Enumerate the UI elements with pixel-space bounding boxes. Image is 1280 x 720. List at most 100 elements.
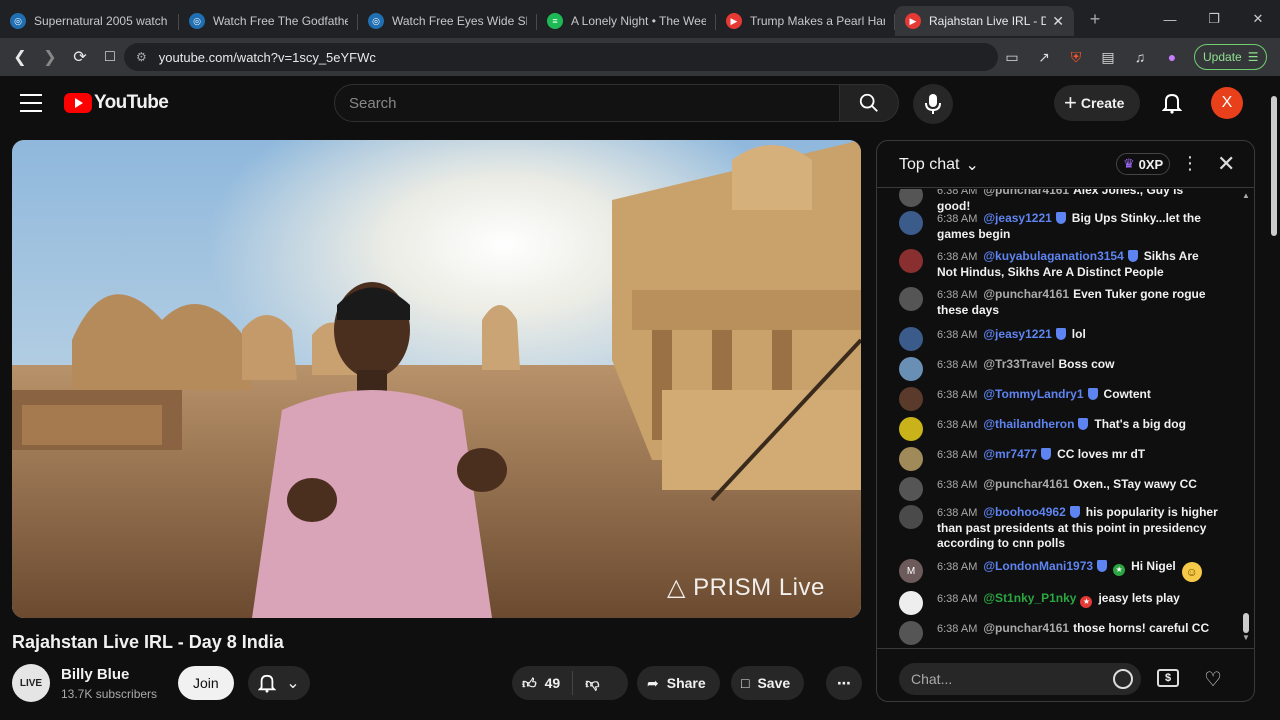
close-window-icon[interactable]: ✕ xyxy=(1236,0,1280,38)
chat-message[interactable]: 6:38 AM @punchar4161 Even Tuker gone rogue… xyxy=(899,287,1219,318)
update-button[interactable]: Update ☰ xyxy=(1194,44,1268,70)
chat-avatar[interactable]: M xyxy=(899,559,923,583)
top-chat-dropdown[interactable]: Top chat ⌄ xyxy=(899,155,979,175)
chat-avatar[interactable] xyxy=(899,211,923,235)
chat-message[interactable]: 6:38 AM @punchar4161 those horns! careful … xyxy=(899,621,1219,645)
chat-author[interactable]: @punchar4161 xyxy=(983,287,1069,301)
page-scrollbar[interactable] xyxy=(1269,90,1278,710)
reload-icon[interactable]: ⟳ xyxy=(66,43,94,71)
chat-message[interactable]: 6:38 AM @jeasy1221 Big Ups Stinky...let th… xyxy=(899,211,1219,242)
chat-author[interactable]: @TommyLandry1 xyxy=(983,387,1083,401)
more-actions-button[interactable]: ⋯ xyxy=(826,666,862,700)
chat-avatar[interactable] xyxy=(899,387,923,411)
media-icon[interactable]: ♫ xyxy=(1127,44,1153,70)
reader-mode-icon[interactable]: ▤ xyxy=(1095,44,1121,70)
more-vertical-icon[interactable]: ⋮ xyxy=(1181,153,1199,174)
chat-message[interactable]: 6:38 AM @mr7477 CC loves mr dT xyxy=(899,447,1219,471)
url-text[interactable]: youtube.com/watch?v=1scy_5eYFWc xyxy=(159,50,376,65)
chat-message[interactable]: 6:38 AM @kuyabulaganation3154 Sikhs Are No… xyxy=(899,249,1219,280)
close-tab-icon[interactable]: ✕ xyxy=(1052,13,1064,30)
chat-scrollbar[interactable]: ▲ ▼ xyxy=(1240,191,1250,642)
chat-avatar[interactable] xyxy=(899,477,923,501)
chat-message[interactable]: 6:38 AM @boohoo4962 his popularity is high… xyxy=(899,505,1219,551)
browser-tab[interactable]: ≡ A Lonely Night • The Week xyxy=(537,6,716,36)
scroll-down-icon[interactable]: ▼ xyxy=(1242,633,1250,642)
chat-author[interactable]: @thailandheron xyxy=(983,417,1074,431)
save-button[interactable]: □ Save xyxy=(731,666,805,700)
chat-message[interactable]: 6:38 AM @TommyLandry1 Cowtent xyxy=(899,387,1219,411)
channel-name[interactable]: Billy Blue xyxy=(61,666,129,683)
notifications-button[interactable] xyxy=(1158,89,1186,117)
video-player[interactable]: △ PRISM Live xyxy=(12,140,861,618)
chat-scroll-thumb[interactable] xyxy=(1243,613,1249,633)
chat-author[interactable]: @jeasy1221 xyxy=(983,211,1051,225)
youtube-play-icon xyxy=(64,93,92,113)
xp-badge[interactable]: ♛ 0XP xyxy=(1116,153,1171,175)
browser-tab[interactable]: ▶ Trump Makes a Pearl Harb xyxy=(716,6,895,36)
chat-avatar[interactable] xyxy=(899,357,923,381)
chat-message[interactable]: 6:38 AM @Tr33Travel Boss cow xyxy=(899,357,1219,381)
scroll-up-icon[interactable]: ▲ xyxy=(1242,191,1250,200)
channel-avatar[interactable]: LIVE xyxy=(12,664,50,702)
vpn-icon[interactable]: ● xyxy=(1159,44,1185,70)
chat-message[interactable]: 6:38 AM @thailandheron That's a big dog xyxy=(899,417,1219,441)
emoji-icon[interactable] xyxy=(1113,669,1133,689)
join-button[interactable]: Join xyxy=(178,666,234,700)
chat-avatar[interactable] xyxy=(899,327,923,351)
chat-message[interactable]: 6:38 AM @punchar4161 Oxen., STay wawy CC xyxy=(899,477,1219,501)
forward-icon[interactable]: ❯ xyxy=(36,43,64,71)
chat-message[interactable]: 6:38 AM @jeasy1221 lol xyxy=(899,327,1219,351)
chat-avatar[interactable] xyxy=(899,417,923,441)
chat-avatar[interactable] xyxy=(899,505,923,529)
chat-avatar[interactable] xyxy=(899,447,923,471)
like-button[interactable]: 👍︎ 49 xyxy=(512,671,574,695)
chat-author[interactable]: @kuyabulaganation3154 xyxy=(983,249,1123,263)
account-avatar[interactable]: X xyxy=(1211,87,1243,119)
subscription-bell-button[interactable]: ⌄ xyxy=(248,666,310,700)
share-button[interactable]: ➦ Share xyxy=(637,666,720,700)
chat-author[interactable]: @punchar4161 xyxy=(983,189,1069,197)
browser-tab[interactable]: ◎ Watch Free The Godfather xyxy=(179,6,358,36)
chat-author[interactable]: @LondonMani1973 xyxy=(983,559,1093,573)
chat-input[interactable] xyxy=(911,671,1141,687)
chat-avatar[interactable] xyxy=(899,189,923,207)
dislike-button[interactable]: 👎︎ xyxy=(573,675,611,692)
create-button[interactable]: + Create xyxy=(1054,85,1141,121)
chat-author[interactable]: @jeasy1221 xyxy=(983,327,1051,341)
address-bar[interactable]: ⚙ youtube.com/watch?v=1scy_5eYFWc xyxy=(124,43,998,71)
maximize-icon[interactable]: ❐ xyxy=(1192,0,1236,38)
page-scroll-thumb[interactable] xyxy=(1271,96,1277,236)
back-icon[interactable]: ❮ xyxy=(6,43,34,71)
heart-icon[interactable]: ♡ xyxy=(1204,667,1222,692)
chat-author[interactable]: @punchar4161 xyxy=(983,477,1069,491)
cast-icon[interactable]: ▭ xyxy=(999,44,1025,70)
chat-author[interactable]: @boohoo4962 xyxy=(983,505,1065,519)
chat-message[interactable]: M 6:38 AM @LondonMani1973 ★ Hi Nigel ☺ xyxy=(899,559,1219,583)
chat-avatar[interactable] xyxy=(899,287,923,311)
browser-tab[interactable]: ◎ Watch Free Eyes Wide Shu xyxy=(358,6,537,36)
super-chat-icon[interactable]: $ xyxy=(1157,669,1179,687)
bookmark-icon[interactable]: □ xyxy=(96,43,124,71)
chat-avatar[interactable] xyxy=(899,249,923,273)
youtube-logo[interactable]: YouTube xyxy=(64,92,169,114)
chat-author[interactable]: @St1nky_P1nky xyxy=(983,591,1076,605)
new-tab-button[interactable]: + xyxy=(1080,9,1110,30)
browser-tab[interactable]: ◎ Supernatural 2005 watch fr xyxy=(0,6,179,36)
minimize-icon[interactable]: — xyxy=(1148,0,1192,38)
search-button[interactable] xyxy=(839,84,899,122)
close-chat-icon[interactable]: ✕ xyxy=(1217,151,1235,177)
hamburger-menu-icon[interactable] xyxy=(20,94,42,112)
voice-search-button[interactable] xyxy=(913,84,953,124)
chat-message[interactable]: 6:38 AM @St1nky_P1nky ★ jeasy lets play xyxy=(899,591,1219,615)
chat-text: CC loves mr dT xyxy=(1057,447,1146,461)
chat-author[interactable]: @Tr33Travel xyxy=(983,357,1054,371)
search-input[interactable] xyxy=(349,94,839,112)
chat-avatar[interactable] xyxy=(899,591,923,615)
share-page-icon[interactable]: ↗ xyxy=(1031,44,1057,70)
chat-avatar[interactable] xyxy=(899,621,923,645)
chat-author[interactable]: @mr7477 xyxy=(983,447,1037,461)
site-info-icon[interactable]: ⚙ xyxy=(136,50,147,64)
browser-tab[interactable]: ▶ Rajahstan Live IRL - Da ✕ xyxy=(895,6,1074,36)
chat-author[interactable]: @punchar4161 xyxy=(983,621,1069,635)
brave-shield-icon[interactable]: ⛨ xyxy=(1063,44,1089,70)
